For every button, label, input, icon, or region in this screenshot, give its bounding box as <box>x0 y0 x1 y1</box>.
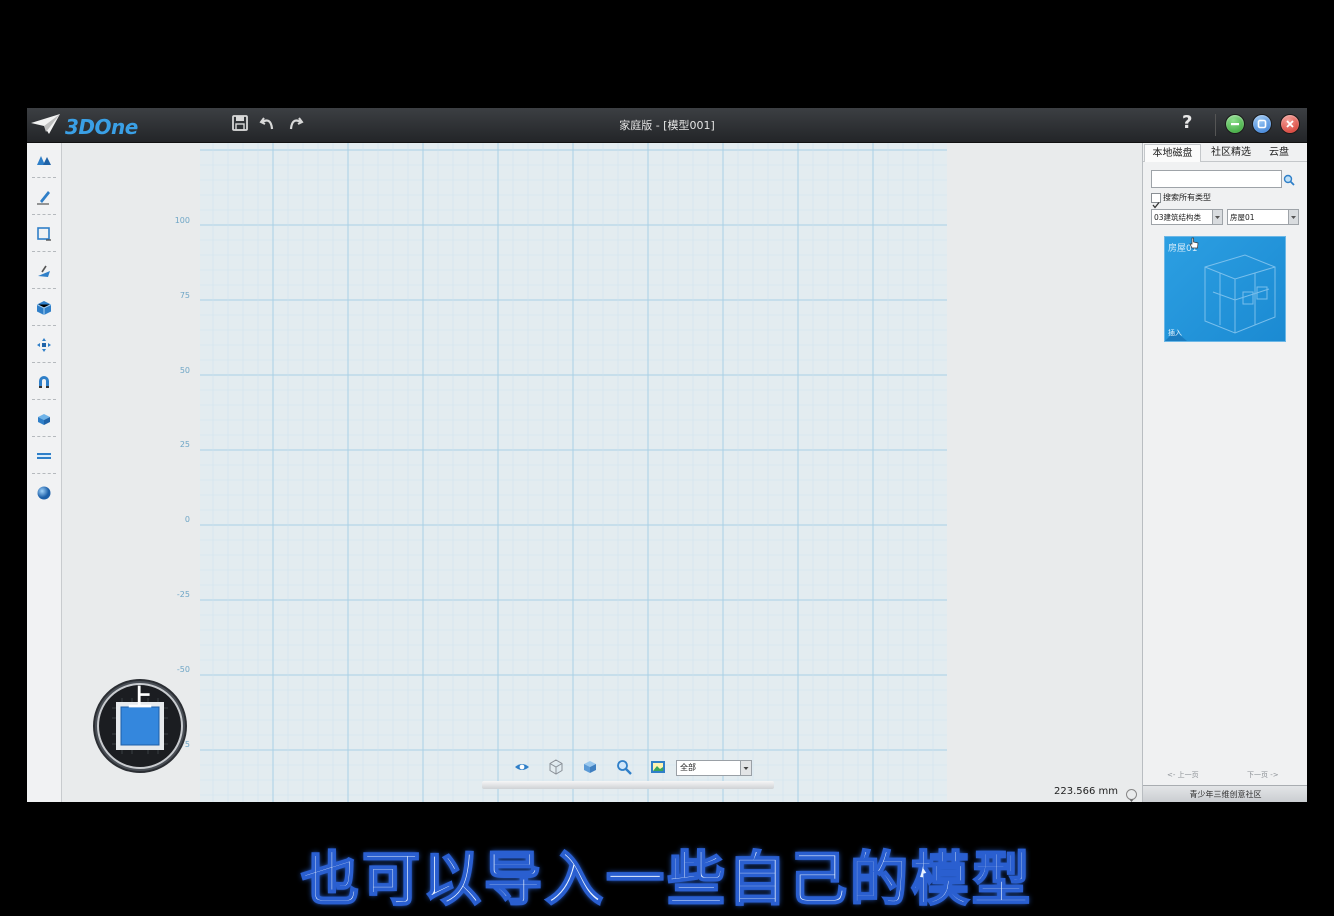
y-axis-tick-label: 0 <box>184 515 190 525</box>
tool-basic-shapes[interactable] <box>31 147 57 173</box>
toolbar-divider <box>32 325 56 326</box>
view-cube[interactable]: 上 <box>92 678 188 778</box>
special-features-icon <box>36 301 52 315</box>
search-input[interactable] <box>1151 170 1282 188</box>
feature-modeling-icon <box>38 265 50 277</box>
toolbar-divider <box>32 436 56 437</box>
basic-shapes-icon <box>37 156 51 165</box>
distance-measure-icon <box>37 453 51 459</box>
hand-cursor-icon <box>1189 237 1199 249</box>
toolbar-divider <box>32 214 56 215</box>
shaded-view-button[interactable] <box>582 759 598 775</box>
view-cube-label: 上 <box>128 684 152 712</box>
tool-distance-measure[interactable] <box>31 443 57 469</box>
title-bar: 3DOne 家庭版 - [模型001] ? <box>27 108 1307 143</box>
toolbar-divider <box>32 399 56 400</box>
item-dropdown-value: 房屋01 <box>1230 213 1255 222</box>
display-toggle-button[interactable] <box>514 759 530 775</box>
window-title: 家庭版 - [模型001] <box>619 119 715 132</box>
search-all-types-label: 搜索所有类型 <box>1163 193 1211 202</box>
chevron-down-icon <box>1288 210 1298 224</box>
tool-sketch-draw[interactable] <box>31 184 57 210</box>
sketch-grid[interactable] <box>62 143 1142 802</box>
search-all-types-checkbox[interactable] <box>1151 193 1161 209</box>
minimize-icon <box>1231 123 1239 126</box>
shaded-cube-icon <box>584 761 596 773</box>
toolbar-divider <box>32 362 56 363</box>
tool-combine[interactable] <box>31 369 57 395</box>
close-button[interactable] <box>1280 114 1300 134</box>
checkmark-icon <box>1152 202 1160 209</box>
basic-edit-icon <box>37 338 51 352</box>
wireframe-view-button[interactable] <box>548 759 564 775</box>
close-icon <box>1286 120 1294 128</box>
help-button[interactable]: ? <box>1182 112 1192 133</box>
tab-community-picks[interactable]: 社区精选 <box>1203 144 1259 161</box>
tool-sketch-edit[interactable] <box>31 221 57 247</box>
y-axis-tick-label: -25 <box>176 590 190 599</box>
picture-icon <box>651 761 665 773</box>
wireframe-cube-icon <box>549 759 563 775</box>
left-toolbar <box>27 143 62 802</box>
item-dropdown[interactable]: 房屋01 <box>1227 209 1299 225</box>
restore-button[interactable] <box>1252 114 1272 134</box>
toolbar-divider <box>32 177 56 178</box>
eye-icon <box>515 764 529 770</box>
titlebar-divider <box>1215 114 1216 136</box>
y-axis-tick-label: 75 <box>179 290 190 300</box>
tool-feature-modeling[interactable] <box>31 258 57 284</box>
sketch-draw-icon <box>37 191 50 205</box>
y-axis-tick-label: 50 <box>179 365 190 375</box>
view-toolbar-shelf <box>482 781 774 789</box>
tool-basic-edit[interactable] <box>31 332 57 358</box>
magnifier-icon <box>617 760 632 775</box>
next-page-link[interactable]: 下一页 -> <box>1247 770 1279 780</box>
toolbar-divider <box>32 288 56 289</box>
y-axis-tick-label: 100 <box>174 216 190 225</box>
combine-icon <box>39 376 49 388</box>
3d-viewport[interactable]: 1007550250-25-50-75-100 上 <box>62 143 1168 802</box>
insert-button[interactable]: 插入 <box>1168 328 1182 338</box>
chevron-down-icon <box>740 761 751 775</box>
y-axis-tick-label: -50 <box>176 664 190 674</box>
search-button[interactable] <box>1283 171 1295 190</box>
filter-select[interactable]: 全部 <box>676 760 752 776</box>
panel-tabs: 本地磁盘 社区精选 云盘 <box>1143 143 1307 162</box>
category-dropdown[interactable]: 03建筑结构类 <box>1151 209 1223 225</box>
prev-page-link[interactable]: <- 上一页 <box>1167 770 1199 780</box>
y-axis-tick-label: 25 <box>179 440 190 450</box>
toolbar-divider <box>32 251 56 252</box>
tool-special-features[interactable] <box>31 295 57 321</box>
unit-dropdown-icon[interactable] <box>1126 789 1137 802</box>
measurement-readout: 223.566 mm <box>1054 786 1119 797</box>
model-card[interactable]: 房屋01 插入 <box>1164 236 1286 342</box>
toolbar-divider <box>32 473 56 474</box>
zoom-button[interactable] <box>616 759 632 775</box>
chevron-down-icon <box>1212 210 1222 224</box>
community-footer-button[interactable]: 青少年三维创意社区 <box>1143 785 1307 802</box>
app-window: 3DOne 家庭版 - [模型001] ? 100 75 50 25 0 -25… <box>27 108 1307 802</box>
sketch-edit-icon <box>37 227 51 241</box>
restore-icon <box>1257 119 1267 129</box>
tab-local-disk[interactable]: 本地磁盘 <box>1144 144 1201 162</box>
category-dropdown-value: 03建筑结构类 <box>1154 213 1202 222</box>
minimize-button[interactable] <box>1225 114 1245 134</box>
filter-select-value: 全部 <box>680 763 696 772</box>
search-icon <box>1283 174 1295 186</box>
view-toolbar: 全部 <box>482 755 774 791</box>
render-material-icon <box>37 486 51 500</box>
subtitle-caption: 也可以导入一些自己的模型 <box>300 844 1033 914</box>
tool-render-material[interactable] <box>31 480 57 506</box>
render-mode-button[interactable] <box>650 759 666 775</box>
resource-library-panel: 本地磁盘 社区精选 云盘 搜索所有类型 03建筑结构类 房屋01 房屋01 插入… <box>1142 143 1307 802</box>
tab-cloud-disk[interactable]: 云盘 <box>1263 144 1295 161</box>
align-icon <box>38 414 50 425</box>
tool-align[interactable] <box>31 406 57 432</box>
